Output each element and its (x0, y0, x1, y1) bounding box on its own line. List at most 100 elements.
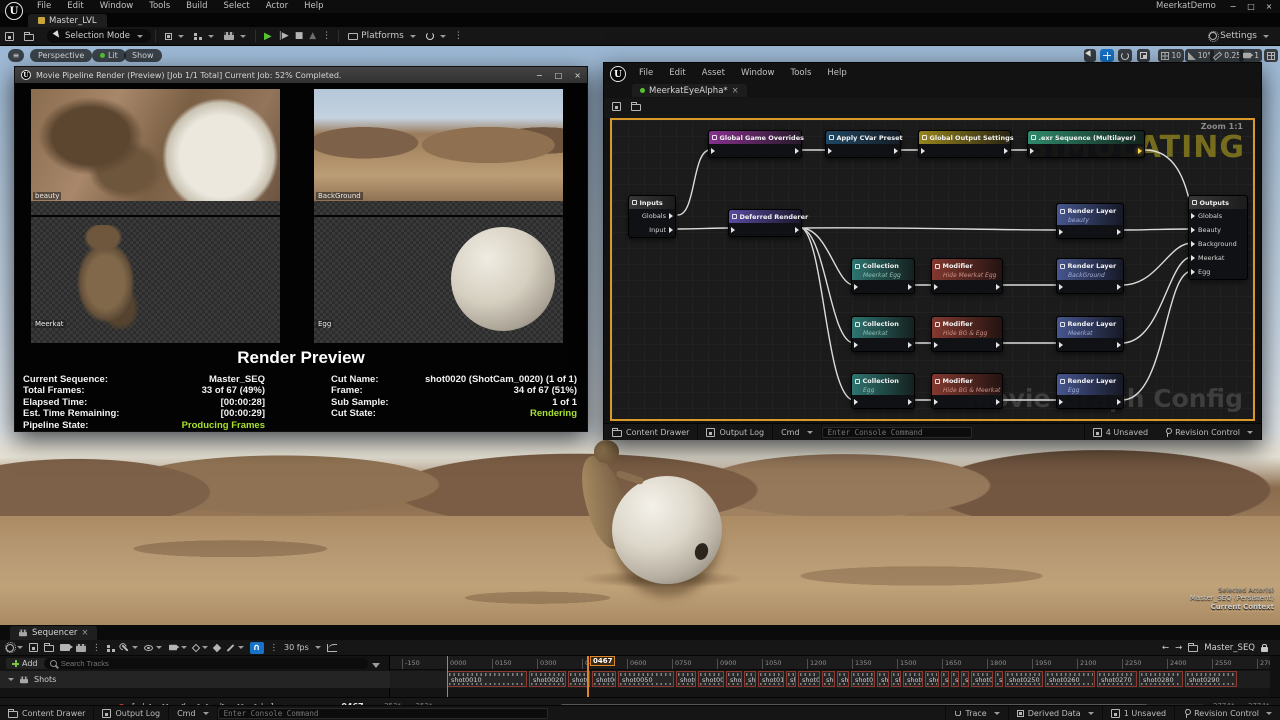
input-pin[interactable] (711, 148, 715, 154)
output-pin[interactable] (1117, 284, 1121, 290)
maximize-icon[interactable]: □ (1242, 0, 1260, 13)
output-log-button[interactable]: Output Log (94, 706, 169, 720)
sequencer-timeline[interactable]: -150000001500300045006000750090010501200… (390, 656, 1270, 697)
close-icon[interactable]: × (574, 71, 581, 80)
input-pin[interactable] (1059, 342, 1063, 348)
shot-clip-shot0050[interactable]: shot0050 (618, 671, 674, 687)
output-pin[interactable] (1138, 148, 1142, 154)
input-pin[interactable] (854, 342, 858, 348)
graph-node-global-output-settings[interactable]: Global Output Settings (918, 130, 1011, 158)
graph-node-collection-meerkat-egg[interactable]: CollectionMeerkat Egg (851, 258, 915, 294)
fps-dropdown[interactable]: 30 fps (284, 643, 321, 652)
platforms-dropdown[interactable]: Platforms (343, 27, 421, 46)
shot-clip-shot0280[interactable]: shot0280 (1139, 671, 1183, 687)
curve-editor-button[interactable] (327, 644, 337, 652)
graph-node-modifier-hide-meerkat-egg[interactable]: ModifierHide Meerkat Egg (931, 258, 1003, 294)
output-log-button[interactable]: Output Log (698, 424, 773, 440)
main-menu-tools[interactable]: Tools (142, 0, 177, 13)
input-pin[interactable] (934, 399, 938, 405)
graph-menu-edit[interactable]: Edit (662, 68, 692, 78)
main-menu-file[interactable]: File (30, 0, 58, 13)
shot-clip-shot0070[interactable]: shot0070 (698, 671, 724, 687)
main-menu-build[interactable]: Build (179, 0, 214, 13)
shot-clip-shot0160[interactable]: shot0160 (877, 671, 889, 687)
input-pin[interactable] (828, 148, 832, 154)
graph-node-modifier-hide-bg-egg[interactable]: ModifierHide BG & Egg (931, 316, 1003, 352)
save-button[interactable] (0, 27, 19, 46)
shot-clip-shot0220[interactable]: shot0220 (961, 671, 969, 687)
blueprints-button[interactable] (189, 27, 219, 46)
auto-key-button[interactable] (214, 645, 220, 651)
graph-node-render-layer-meerkat[interactable]: Render LayerMeerkat (1056, 316, 1124, 352)
rotate-tool-button[interactable] (1118, 49, 1132, 62)
sequencer-tree-button[interactable] (107, 644, 115, 652)
edit-options-dropdown[interactable] (226, 646, 244, 649)
input-pin-background[interactable] (1191, 241, 1195, 247)
close-tab-icon[interactable]: × (732, 86, 739, 96)
graph-canvas[interactable]: Zoom 1:1 SIMULATING Movie Graph Config (610, 118, 1255, 421)
minimize-icon[interactable]: − (536, 71, 543, 80)
egg-sphere-actor[interactable] (612, 476, 722, 584)
keying-options-dropdown[interactable] (193, 645, 208, 651)
playhead[interactable] (587, 656, 589, 697)
view-options-dropdown[interactable] (144, 645, 162, 651)
grid-snap-toggle[interactable]: 10 (1158, 49, 1184, 62)
add-actor-button[interactable] (160, 27, 189, 46)
save-sequence-button[interactable] (29, 643, 38, 652)
create-camera-button[interactable] (60, 644, 70, 651)
play-button[interactable]: ▶ (260, 31, 276, 42)
skip-button[interactable]: |▶ (276, 31, 292, 41)
browse-sequence-button[interactable] (44, 643, 54, 652)
shot-clip-shot0230[interactable]: shot0230 (971, 671, 993, 687)
shot-clip-shot0290[interactable]: shot0290 (1185, 671, 1237, 687)
output-pin-input[interactable] (669, 227, 673, 233)
input-pin[interactable] (854, 284, 858, 290)
output-pin[interactable] (795, 227, 799, 233)
lock-icon[interactable] (1261, 647, 1268, 652)
actions-dropdown[interactable] (121, 646, 138, 649)
graph-menu-help[interactable]: Help (820, 68, 853, 78)
select-tool-button[interactable] (1084, 49, 1096, 62)
maximize-viewport-button[interactable] (1264, 49, 1278, 62)
minimize-icon[interactable]: − (1224, 0, 1242, 13)
input-pin[interactable] (1059, 399, 1063, 405)
selection-mode-dropdown[interactable]: Selection Mode (47, 29, 151, 43)
current-context-dropdown[interactable]: Current Context (1211, 603, 1274, 612)
shot-clip-shot0060[interactable]: shot0060 (676, 671, 696, 687)
close-tab-icon[interactable]: × (81, 628, 88, 638)
input-pin-globals[interactable] (1191, 213, 1195, 219)
shot-clip-shot0110[interactable]: shot0110 (786, 671, 796, 687)
scale-tool-button[interactable] (1137, 49, 1150, 62)
output-pin[interactable] (996, 399, 1000, 405)
tab-sequencer[interactable]: Sequencer × (10, 626, 97, 640)
shot-clip-shot0040[interactable]: shot0040 (592, 671, 616, 687)
settings-dropdown[interactable]: Settings (1204, 27, 1274, 46)
tab-master-lvl[interactable]: Master_LVL (28, 14, 107, 27)
derived-data-dropdown[interactable]: Derived Data (1009, 706, 1103, 720)
graph-node-inputs[interactable]: InputsGlobalsInput (628, 195, 676, 238)
cmd-dropdown[interactable]: Cmd (169, 706, 217, 720)
graph-node-collection-meerkat[interactable]: CollectionMeerkat (851, 316, 915, 352)
search-tracks-input[interactable] (61, 659, 362, 668)
shot-clip-shot0150[interactable]: shot0150 (851, 671, 875, 687)
recompile-button[interactable] (421, 27, 451, 46)
sequencer-options-icon[interactable] (6, 644, 23, 652)
shot-clip-shot0260[interactable]: shot0260 (1045, 671, 1095, 687)
main-menu-window[interactable]: Window (93, 0, 141, 13)
shot-clip-shot0240[interactable]: shot0240 (995, 671, 1003, 687)
unsaved-button[interactable]: 1 Unsaved (1103, 706, 1175, 720)
playback-options-dropdown[interactable] (168, 644, 187, 651)
close-icon[interactable]: × (1260, 0, 1278, 13)
play-options-icon[interactable]: ⋮ (319, 31, 334, 41)
revision-control-dropdown[interactable]: Revision Control (1156, 424, 1261, 440)
shot-clip-shot0120[interactable]: shot0120 (798, 671, 820, 687)
content-drawer-button[interactable]: Content Drawer (604, 424, 698, 440)
input-pin[interactable] (854, 399, 858, 405)
output-pin[interactable] (996, 284, 1000, 290)
graph-node-render-layer-egg[interactable]: Render LayerEgg (1056, 373, 1124, 409)
camera-speed-button[interactable]: 1 (1239, 49, 1262, 62)
browse-content-button[interactable] (19, 27, 39, 46)
shot-clip-shot0200[interactable]: shot0200 (941, 671, 949, 687)
lit-dropdown[interactable]: Lit (92, 49, 126, 62)
tab-meerkat-eye-alpha[interactable]: MeerkatEyeAlpha* × (632, 84, 747, 97)
